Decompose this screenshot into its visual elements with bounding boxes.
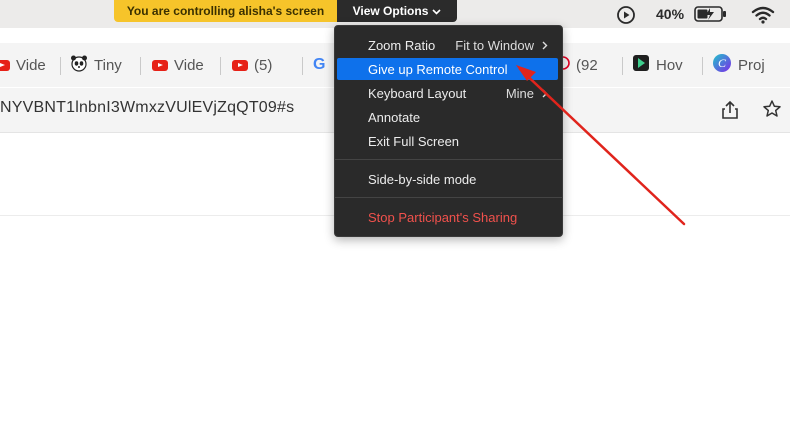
url-text[interactable]: NYVBNT1lnbnI3WmxzVUlEVjZqQT09#s — [0, 99, 294, 117]
chevron-right-icon — [542, 41, 548, 49]
play-icon — [632, 54, 650, 76]
menu-separator — [335, 197, 562, 198]
wifi-icon[interactable] — [751, 6, 775, 29]
menu-item-label: Exit Full Screen — [368, 133, 460, 149]
panda-icon — [70, 54, 88, 76]
zoom-ratio-value: Fit to Window — [455, 37, 534, 53]
menu-item-annotate[interactable]: Annotate — [335, 106, 562, 128]
menu-item-zoom-ratio[interactable]: Zoom Ratio Fit to Window — [335, 34, 562, 56]
tab-project[interactable]: C Proj — [712, 53, 765, 77]
menu-item-stop-participant-sharing[interactable]: Stop Participant's Sharing — [335, 206, 562, 228]
tab-video-1[interactable]: Vide — [0, 53, 46, 77]
banner-text: You are controlling alisha's screen — [126, 4, 325, 18]
chevron-down-icon — [432, 4, 441, 18]
svg-text:C: C — [718, 56, 727, 70]
google-icon: G — [313, 56, 326, 73]
tab-label: Vide — [16, 56, 46, 74]
view-options-label: View Options — [352, 4, 429, 18]
menu-item-label: Annotate — [368, 109, 421, 125]
menu-item-label: Keyboard Layout — [368, 85, 467, 101]
battery-percent: 40% — [656, 6, 685, 22]
view-options-button[interactable]: View Options — [337, 0, 457, 22]
play-circle-icon[interactable] — [616, 5, 636, 30]
menu-item-keyboard-layout[interactable]: Keyboard Layout Mine — [335, 82, 562, 104]
menu-item-label: Give up Remote Control — [368, 61, 508, 77]
youtube-icon — [152, 59, 168, 71]
tab-tiny[interactable]: Tiny — [70, 53, 122, 77]
menu-item-exit-full-screen[interactable]: Exit Full Screen — [335, 130, 562, 152]
battery-charging-icon[interactable] — [694, 6, 728, 27]
bookmark-star-icon[interactable] — [762, 99, 782, 124]
youtube-icon — [232, 59, 248, 71]
tab-label: Hov — [656, 56, 683, 74]
keyboard-layout-value: Mine — [505, 85, 534, 101]
remote-control-banner: You are controlling alisha's screen — [114, 0, 337, 22]
chevron-right-icon — [542, 89, 548, 97]
tab-video-2[interactable]: Vide — [152, 53, 204, 77]
tab-label: Tiny — [94, 56, 122, 74]
tab-label: (5) — [254, 56, 273, 74]
menu-separator — [335, 159, 562, 160]
canva-icon: C — [712, 53, 732, 77]
menu-item-value: Mine — [506, 86, 548, 101]
menu-item-label: Side-by-side mode — [368, 171, 477, 187]
share-icon[interactable] — [721, 100, 739, 125]
youtube-icon — [0, 59, 10, 71]
menu-item-value: Fit to Window — [455, 38, 548, 53]
menu-item-label: Stop Participant's Sharing — [368, 209, 518, 225]
tab-how[interactable]: Hov — [632, 53, 683, 77]
menu-item-label: Zoom Ratio — [368, 37, 436, 53]
tab-label: (92 — [576, 56, 598, 74]
menu-item-give-up-remote-control[interactable]: Give up Remote Control — [337, 58, 558, 80]
menu-item-side-by-side-mode[interactable]: Side-by-side mode — [335, 168, 562, 190]
tab-label: Proj — [738, 56, 765, 74]
view-options-menu: Zoom Ratio Fit to Window Give up Remote … — [334, 25, 563, 237]
tab-video-3[interactable]: (5) — [232, 53, 272, 77]
tab-google[interactable]: G — [313, 53, 325, 77]
tab-label: Vide — [174, 56, 204, 74]
